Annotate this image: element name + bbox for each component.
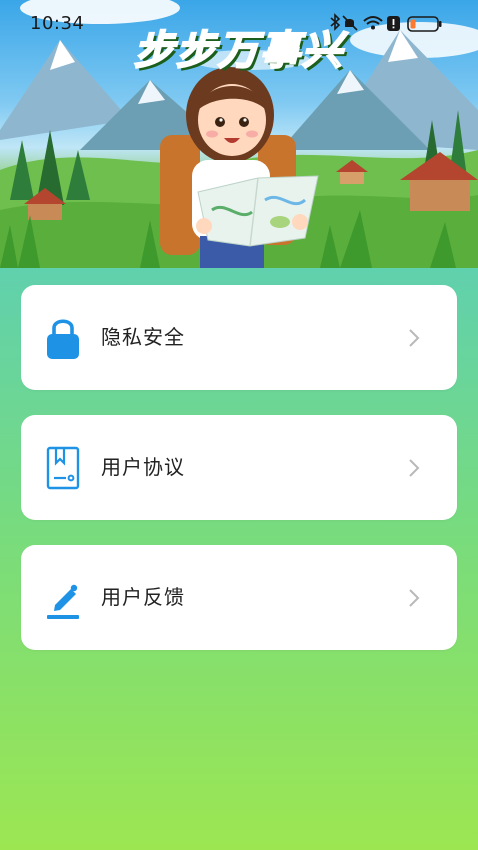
- menu-item-label: 用户协议: [101, 455, 185, 479]
- status-bar: 10:34: [0, 0, 478, 40]
- chevron-right-icon: [409, 459, 420, 477]
- chevron-right-icon: [409, 589, 420, 607]
- status-icons: [328, 12, 446, 36]
- bluetooth-icon: [330, 13, 341, 31]
- hero-banner: 10:34 步步万事兴: [0, 0, 478, 268]
- chevron-right-icon: [409, 329, 420, 347]
- status-time: 10:34: [30, 13, 85, 34]
- settings-menu: 隐私安全 用户协议 用户反馈: [21, 285, 457, 675]
- agreement-document-icon: [46, 446, 80, 490]
- battery-low-icon: [407, 16, 442, 32]
- menu-item-label: 用户反馈: [101, 585, 185, 609]
- edit-pen-icon: [47, 584, 79, 619]
- menu-item-privacy-security[interactable]: 隐私安全: [21, 285, 457, 390]
- wifi-icon: [363, 16, 383, 30]
- menu-item-label: 隐私安全: [101, 325, 185, 349]
- mute-icon: [342, 15, 358, 31]
- alert-icon: [387, 16, 400, 31]
- menu-item-user-agreement[interactable]: 用户协议: [21, 415, 457, 520]
- lock-icon: [47, 319, 79, 359]
- menu-item-user-feedback[interactable]: 用户反馈: [21, 545, 457, 650]
